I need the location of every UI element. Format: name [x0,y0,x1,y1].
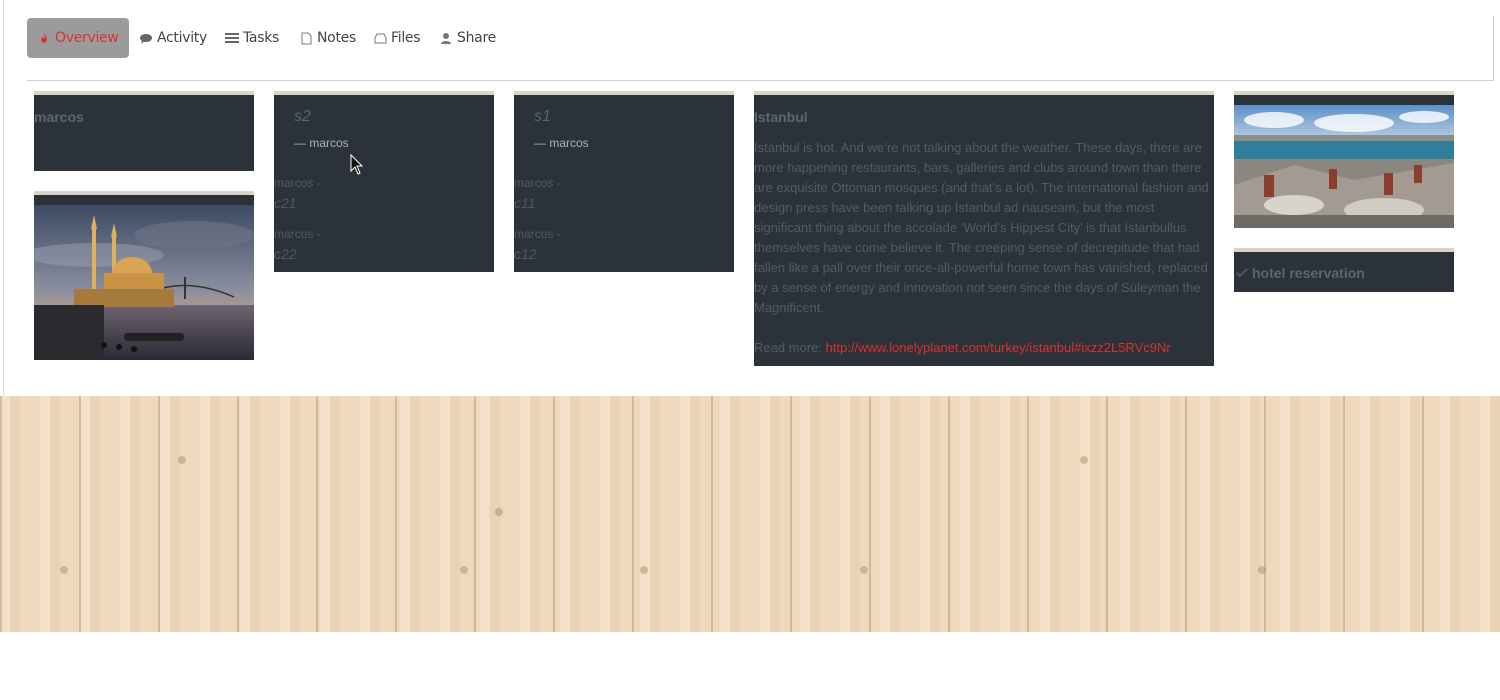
comment-author: marcos - [514,227,561,241]
tab-overview-label: Overview [55,30,119,46]
comment-author: marcos - [274,176,321,190]
card-title: Istanbul [754,109,808,125]
speech-bubble-icon [139,31,153,45]
comment-author: marcos - [274,227,321,241]
istanbul-body-text: Istanbul is hot. And we’re not talking a… [754,140,1209,315]
read-more-label: Read more: [754,340,822,355]
tab-activity-label: Activity [157,30,207,46]
comment-text: c22 [274,246,297,262]
mouse-cursor [350,154,364,175]
tab-share[interactable]: Share [429,18,506,58]
list-icon [225,31,239,45]
card-author: — marcos [534,136,589,150]
istanbul-card[interactable]: Istanbul Istanbul is hot. And we’re not … [754,91,1214,366]
tab-notes[interactable]: Notes [289,18,366,58]
tab-bar: Overview Activity Tasks Notes Files Shar… [27,16,1494,81]
document-icon [299,31,313,45]
card-author: — marcos [294,136,349,150]
tab-tasks-label: Tasks [243,30,280,46]
card-title: s2 [294,108,311,125]
bosphorus-image-card[interactable] [1234,91,1454,228]
istanbul-rooftops-image [1234,105,1454,228]
s1-card[interactable]: s1 — marcos marcos - c11 marcos - c12 [514,91,734,272]
flame-icon [37,31,51,45]
tab-tasks[interactable]: Tasks [215,18,289,58]
tab-files-label: Files [391,30,421,46]
read-more: Read more: http://www.lonelyplanet.com/t… [754,338,1171,358]
comment-text: c21 [274,195,297,211]
card-title: hotel reservation [1252,265,1365,281]
comment-text: c11 [514,195,536,211]
tab-share-label: Share [457,30,496,46]
mosque-image-card[interactable] [34,191,254,360]
comment-author: marcos - [514,176,561,190]
overview-panel: Overview Activity Tasks Notes Files Shar… [3,0,1500,396]
ortakoy-mosque-image [34,205,254,360]
card-title: s1 [534,108,551,125]
wood-background [0,396,1500,632]
comment-text: c12 [514,246,537,262]
tab-overview[interactable]: Overview [27,18,129,58]
tab-notes-label: Notes [317,30,356,46]
hotel-reservation-card[interactable]: hotel reservation [1234,248,1454,292]
card-title: marcos [34,109,84,125]
marcos-card[interactable]: marcos [34,91,254,171]
user-icon [439,31,453,45]
check-icon [1236,266,1248,284]
s2-card[interactable]: s2 — marcos marcos - c21 marcos - c22 [274,91,494,272]
read-more-link[interactable]: http://www.lonelyplanet.com/turkey/istan… [826,340,1171,355]
tab-activity[interactable]: Activity [129,18,217,58]
inbox-icon [373,31,387,45]
tab-files[interactable]: Files [363,18,430,58]
